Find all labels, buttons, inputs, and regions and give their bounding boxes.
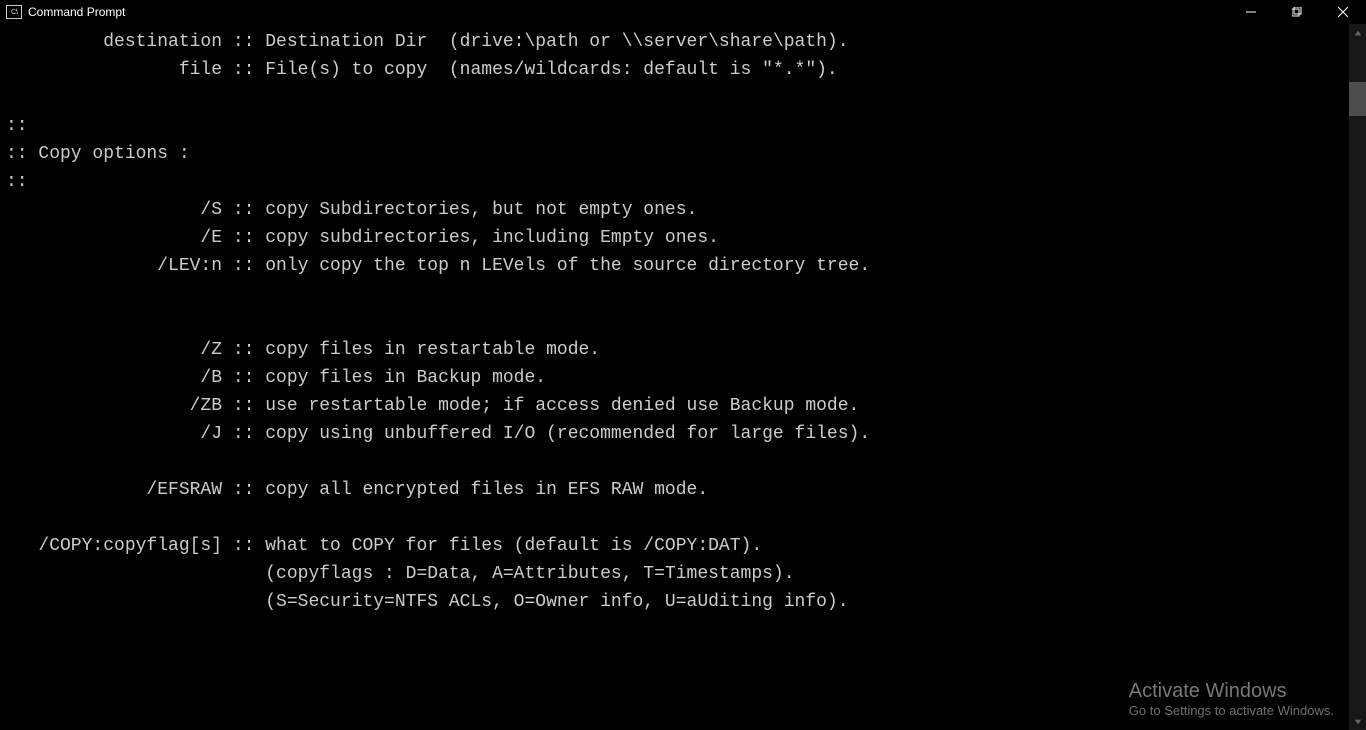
minimize-button[interactable]: [1228, 0, 1274, 24]
maximize-button[interactable]: [1274, 0, 1320, 24]
window-controls: [1228, 0, 1366, 24]
title-bar: C:\ Command Prompt: [0, 0, 1366, 24]
scroll-up-button[interactable]: [1349, 24, 1366, 41]
terminal-output[interactable]: destination :: Destination Dir (drive:\p…: [0, 24, 1349, 730]
scrollbar[interactable]: [1349, 24, 1366, 730]
scrollbar-thumb[interactable]: [1349, 82, 1366, 116]
window-title: Command Prompt: [28, 5, 125, 19]
title-left: C:\ Command Prompt: [6, 5, 125, 19]
terminal-area: destination :: Destination Dir (drive:\p…: [0, 24, 1366, 730]
close-button[interactable]: [1320, 0, 1366, 24]
cmd-icon: C:\: [6, 5, 22, 19]
scroll-down-button[interactable]: [1349, 713, 1366, 730]
